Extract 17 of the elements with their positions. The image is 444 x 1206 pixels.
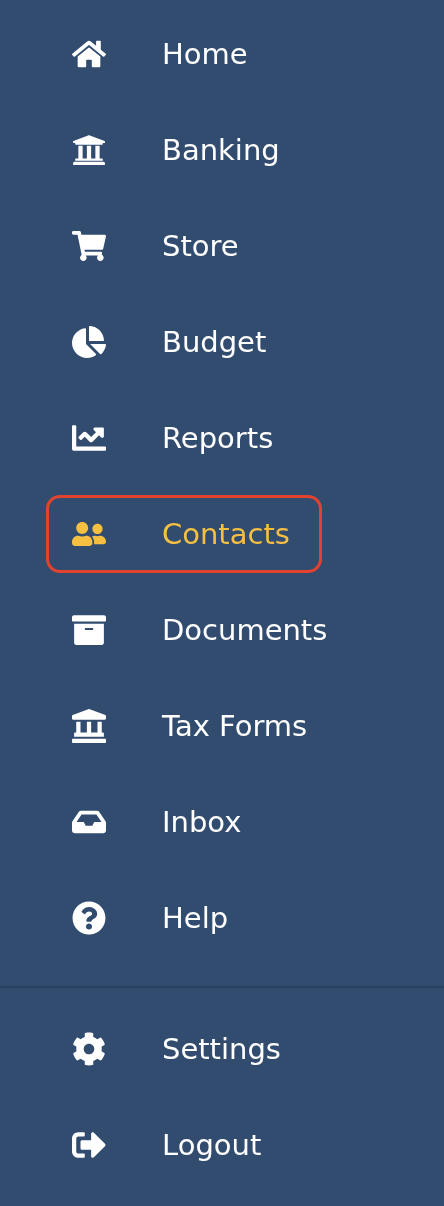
help-icon [72, 901, 106, 935]
nav-item[interactable]: Budget [46, 303, 322, 381]
nav-item[interactable]: Contacts [46, 495, 322, 573]
cart-icon [72, 229, 106, 263]
archive-box-icon [72, 613, 106, 647]
nav-item[interactable]: Reports [46, 399, 322, 477]
nav-item[interactable]: Inbox [46, 783, 322, 861]
settings-icon [72, 1032, 106, 1066]
nav-item[interactable]: Home [46, 15, 322, 93]
pie-chart-icon [72, 325, 106, 359]
nav-item[interactable]: Logout [46, 1106, 322, 1184]
nav-item[interactable]: Help [46, 879, 322, 957]
nav-item[interactable]: Settings [46, 1010, 322, 1088]
nav-item[interactable]: Banking [46, 111, 322, 189]
nav-item[interactable]: Store [46, 207, 322, 285]
bank-icon [72, 133, 106, 167]
nav-item[interactable]: Tax Forms [46, 687, 322, 765]
